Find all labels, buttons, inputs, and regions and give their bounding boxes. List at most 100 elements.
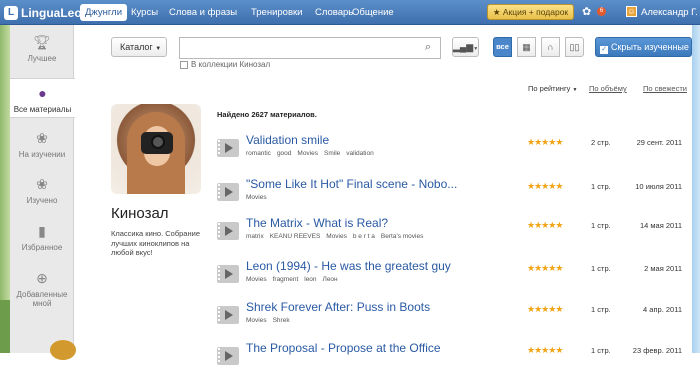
checkbox-box[interactable]	[180, 60, 188, 69]
tag-link[interactable]: validation	[346, 150, 373, 157]
sidebar-item-learning[interactable]: ❀ На изучении	[10, 129, 74, 159]
sidebar-item-label: На изучении	[18, 150, 66, 159]
star-icon: ★	[555, 181, 563, 191]
notification-badge[interactable]: 6	[597, 7, 606, 16]
video-play-icon[interactable]	[217, 139, 239, 157]
video-play-icon[interactable]	[217, 183, 239, 201]
sidebar-item-added-by-me[interactable]: ⊕ Добавленные мной	[10, 269, 74, 308]
material-date: 10 июля 2011	[635, 182, 682, 191]
material-pages: 1 стр.	[591, 264, 611, 273]
sidebar-item-label: Лучшее	[27, 54, 57, 63]
sidebar: 🏆︎ Лучшее ● Все материалы ❀ На изучении …	[10, 25, 75, 353]
tag-link[interactable]: Berta's movies	[381, 233, 423, 240]
tag-link[interactable]: Movies	[297, 150, 318, 157]
difficulty-level-dropdown[interactable]: ▂▄▆▼	[452, 37, 479, 57]
tag-link[interactable]: matrix	[246, 233, 264, 240]
tag-link[interactable]: Movies	[246, 194, 267, 201]
sidebar-item-best[interactable]: 🏆︎ Лучшее	[10, 33, 74, 63]
material-title[interactable]: The Matrix - What is Real?	[246, 216, 388, 230]
hide-learned-toggle[interactable]: ✓ Скрыть изученные	[595, 37, 692, 57]
sidebar-item-label: Все материалы	[13, 105, 72, 114]
tag-link[interactable]: Movies	[246, 276, 267, 283]
material-tags: Movies	[246, 194, 273, 201]
filter-video-button[interactable]: ▦	[517, 37, 536, 57]
rating-stars: ★★★★★	[527, 263, 563, 274]
sort-by-size[interactable]: По объёму	[589, 84, 627, 93]
sidebar-item-favorites[interactable]: ▮ Избранное	[10, 222, 74, 252]
material-date: 4 апр. 2011	[643, 305, 682, 314]
material-title[interactable]: Leon (1994) - He was the greatest guy	[246, 259, 451, 273]
globe-icon: ●	[38, 85, 47, 101]
material-tags: matrix KEANU REEVES Movies b e r t a Berta's…	[246, 233, 429, 240]
video-play-icon[interactable]	[217, 306, 239, 324]
check-icon: ✓	[600, 46, 608, 54]
sort-by-rating-label: По рейтингу	[528, 84, 571, 93]
lion-icon: L	[4, 5, 18, 20]
list-item[interactable]: Leon (1994) - He was the greatest guy Mov…	[217, 259, 692, 299]
paw-icon: ❀	[36, 176, 48, 192]
sort-by-new[interactable]: По свежести	[643, 84, 687, 93]
results-count: Найдено 2627 материалов.	[217, 110, 317, 119]
tag-link[interactable]: Леон	[323, 276, 338, 283]
material-tags: Movies fragment leon Леон	[246, 276, 344, 283]
lingualeo-logo[interactable]: L LinguaLeo	[4, 3, 82, 22]
filter-audio-button[interactable]: ∩	[541, 37, 560, 57]
list-item[interactable]: Validation smile romantic good Movies Smile v…	[217, 133, 692, 173]
material-title[interactable]: Shrek Forever After: Puss in Boots	[246, 300, 430, 314]
material-title[interactable]: "Some Like It Hot" Final scene - Nobo...	[246, 177, 457, 191]
filter-text-button[interactable]: ▯▯	[565, 37, 584, 57]
nav-courses[interactable]: Курсы	[126, 4, 163, 21]
top-navigation-bar: L LinguaLeo Джунгли Курсы Слова и фразы Т…	[0, 0, 700, 25]
sidebar-item-learned[interactable]: ❀ Изучено	[10, 175, 74, 205]
tag-link[interactable]: leon	[304, 276, 316, 283]
filter-all-button[interactable]: все	[493, 37, 512, 57]
nav-trainings[interactable]: Тренировки	[246, 4, 307, 21]
star-icon: ★	[555, 220, 563, 230]
chevron-down-icon: ▼	[155, 46, 162, 52]
video-play-icon[interactable]	[217, 347, 239, 365]
star-icon: ★	[555, 137, 563, 147]
sort-by-rating[interactable]: По рейтингу ▼	[528, 84, 577, 93]
promo-button[interactable]: ★ Акция + подарок	[487, 4, 574, 20]
material-pages: 1 стр.	[591, 346, 611, 355]
nav-community[interactable]: Общение	[347, 4, 399, 21]
tag-link[interactable]: good	[277, 150, 291, 157]
plant-decoration	[0, 300, 10, 353]
video-play-icon[interactable]	[217, 265, 239, 283]
material-pages: 1 стр.	[591, 182, 611, 191]
tag-link[interactable]: Movies	[326, 233, 347, 240]
tag-link[interactable]: Movies	[246, 317, 267, 324]
material-date: 2 мая 2011	[644, 264, 682, 273]
rating-stars: ★★★★★	[527, 345, 563, 356]
search-icon[interactable]: ⌕	[425, 41, 437, 53]
paw-icon: ❀	[36, 130, 48, 146]
cover-camera-lens	[151, 135, 165, 149]
chevron-down-icon: ▼	[473, 46, 479, 52]
material-pages: 1 стр.	[591, 221, 611, 230]
material-title[interactable]: Validation smile	[246, 133, 329, 147]
bar-chart-icon: ▂▄▆	[453, 42, 474, 52]
catalog-dropdown[interactable]: Каталог ▼	[111, 37, 167, 57]
kinozal-checkbox-label: В коллекции Кинозал	[191, 60, 271, 69]
material-date: 29 сент. 2011	[636, 138, 682, 147]
tag-link[interactable]: Smile	[324, 150, 340, 157]
tag-link[interactable]: Shrek	[273, 317, 290, 324]
user-name[interactable]: Александр Г.	[641, 4, 698, 21]
list-item[interactable]: "Some Like It Hot" Final scene - Nobo...…	[217, 177, 692, 217]
meatballs-icon[interactable]: ✿	[582, 6, 594, 18]
tag-link[interactable]: fragment	[273, 276, 299, 283]
sidebar-item-all-materials[interactable]: ● Все материалы	[10, 78, 75, 118]
list-item[interactable]: The Matrix - What is Real? matrix KEANU RE…	[217, 216, 692, 256]
kinozal-checkbox[interactable]: В коллекции Кинозал	[180, 60, 270, 69]
user-avatar-icon[interactable]: ☺	[626, 6, 637, 17]
video-play-icon[interactable]	[217, 222, 239, 240]
list-item[interactable]: Shrek Forever After: Puss in Boots Movies…	[217, 300, 692, 340]
tag-link[interactable]: romantic	[246, 150, 271, 157]
nav-jungle[interactable]: Джунгли	[80, 4, 127, 21]
collection-cover-image[interactable]	[111, 104, 201, 194]
tag-link[interactable]: KEANU REEVES	[270, 233, 321, 240]
search-input[interactable]	[179, 37, 441, 59]
nav-words-phrases[interactable]: Слова и фразы	[164, 4, 242, 21]
list-item[interactable]: The Proposal - Propose at the Office ★★★★…	[217, 341, 692, 381]
tag-link[interactable]: b e r t a	[353, 233, 375, 240]
